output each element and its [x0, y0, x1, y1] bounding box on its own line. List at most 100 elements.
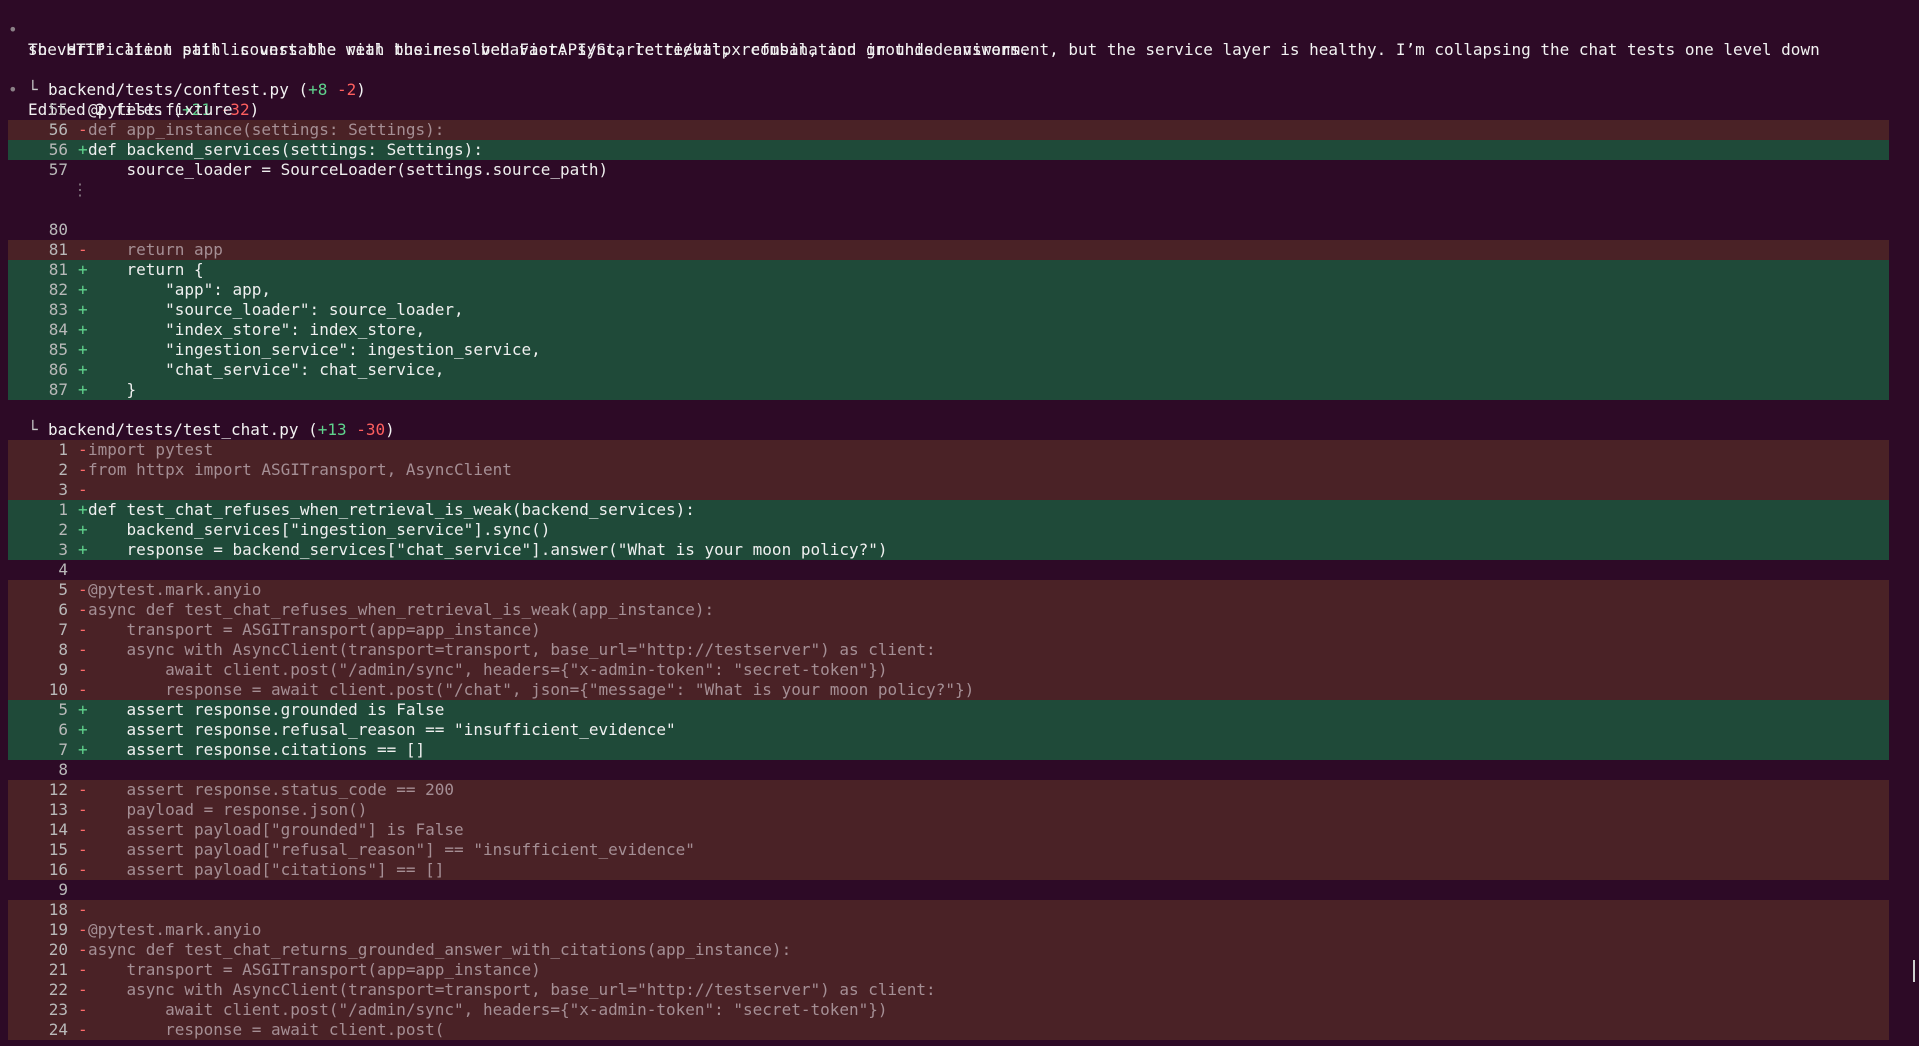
diff-line-added: 82 + "app": app,: [8, 280, 1889, 300]
line-number: 8: [58, 760, 68, 779]
diff-line: 7- transport = ASGITransport(app=app_ins…: [0, 620, 1919, 640]
line-number: 5: [58, 700, 68, 719]
diff-line-removed: 24- response = await client.post(: [8, 1020, 1889, 1040]
diff-line-added: 3 + response = backend_services["chat_ser…: [8, 540, 1889, 560]
code-text: assert response.grounded is False: [88, 700, 445, 719]
diff-sign: +: [78, 740, 88, 759]
diff-line: [0, 200, 1919, 220]
code-text: async with AsyncClient(transport=transpo…: [88, 980, 936, 999]
code-text: from httpx import ASGITransport, AsyncCl…: [88, 460, 512, 479]
diff-sign: +: [78, 260, 88, 279]
line-number: 12: [48, 780, 68, 799]
diff-line: 22- async with AsyncClient(transport=tra…: [0, 980, 1919, 1000]
line-number: 6: [58, 600, 68, 619]
diff-line-removed: 22- async with AsyncClient(transport=tra…: [8, 980, 1889, 1000]
diff-line-removed: 19- @pytest.mark.anyio: [8, 920, 1889, 940]
diff-sign: +: [78, 540, 88, 559]
diff-line: 5 + assert response.grounded is False: [0, 700, 1919, 720]
code-text: "chat_service": chat_service,: [88, 360, 445, 379]
diff-sign: -: [78, 820, 88, 839]
code-text: response = await client.post("/chat", js…: [88, 680, 975, 699]
diff-sign: -: [78, 940, 88, 959]
line-number: 2: [58, 460, 68, 479]
file-added-count: +8: [308, 80, 328, 99]
line-number: 15: [48, 840, 68, 859]
diff-line: 3-: [0, 480, 1919, 500]
diff-line-context: 8: [8, 760, 1889, 780]
diff-line: 81 + return {: [0, 260, 1919, 280]
diff-line-added: 81 + return {: [8, 260, 1889, 280]
diff-sign: -: [78, 640, 88, 659]
diff-sign: -: [78, 240, 88, 259]
code-text: "source_loader": source_loader,: [88, 300, 464, 319]
file-close: ): [356, 80, 366, 99]
diff-sign: -: [78, 900, 88, 919]
line-number: 19: [48, 920, 68, 939]
code-text: async def test_chat_refuses_when_retriev…: [88, 600, 715, 619]
code-text: async with AsyncClient(transport=transpo…: [88, 640, 936, 659]
code-text: assert response.status_code == 200: [88, 780, 455, 799]
diff-sign: -: [78, 660, 88, 679]
diff-sign: +: [78, 380, 88, 399]
file-name: backend/tests/conftest.py (: [48, 80, 309, 99]
diff-line-added: 85 + "ingestion_service": ingestion_servi…: [8, 340, 1889, 360]
line-number: 84: [48, 320, 68, 339]
diff-line-removed: 2- from httpx import ASGITransport, Async…: [8, 460, 1889, 480]
line-number: 1: [58, 440, 68, 459]
code-text: await client.post("/admin/sync", headers…: [88, 1000, 888, 1019]
file-close: ): [385, 420, 395, 439]
diff-line: 12- assert response.status_code == 200: [0, 780, 1919, 800]
line-number: 10: [48, 680, 68, 699]
line-number: 23: [48, 1000, 68, 1019]
line-number: 80: [48, 220, 68, 239]
diff-line: 23- await client.post("/admin/sync", hea…: [0, 1000, 1919, 1020]
diff-line: 24- response = await client.post(: [0, 1020, 1919, 1040]
line-number: 18: [48, 900, 68, 919]
diff-line-added: 6 + assert response.refusal_reason == "in…: [8, 720, 1889, 740]
code-text: "index_store": index_store,: [88, 320, 426, 339]
file-added-count: +13: [317, 420, 347, 439]
diff-line: 4: [0, 560, 1919, 580]
code-text: "ingestion_service": ingestion_service,: [88, 340, 541, 359]
diff-line-context: 9: [8, 880, 1889, 900]
line-number: 20: [48, 940, 68, 959]
code-text: response = await client.post(: [88, 1020, 445, 1039]
diff-line-removed: 23- await client.post("/admin/sync", hea…: [8, 1000, 1889, 1020]
line-number: 81: [48, 260, 68, 279]
diff-sign: -: [78, 460, 88, 479]
diff-sign: -: [78, 600, 88, 619]
diff-sign: -: [78, 800, 88, 819]
line-number: 24: [48, 1020, 68, 1039]
diff-sign: +: [78, 720, 88, 739]
scrollbar-thumb[interactable]: [1913, 960, 1915, 982]
diff-line-removed: 15- assert payload["refusal_reason"] == …: [8, 840, 1889, 860]
code-text: return {: [88, 260, 204, 279]
diff-line-added: 5 + assert response.grounded is False: [8, 700, 1889, 720]
diff-sign: +: [78, 300, 88, 319]
code-text: source_loader = SourceLoader(settings.so…: [88, 160, 609, 179]
line-number: 81: [48, 240, 68, 259]
line-number: 14: [48, 820, 68, 839]
diff-line: 6 + assert response.refusal_reason == "in…: [0, 720, 1919, 740]
diff-line: 13- payload = response.json(): [0, 800, 1919, 820]
diff-line: 9- await client.post("/admin/sync", head…: [0, 660, 1919, 680]
line-number: 22: [48, 980, 68, 999]
diff-line-added: 83 + "source_loader": source_loader,: [8, 300, 1889, 320]
diff-sign: +: [78, 340, 88, 359]
line-number: 56: [48, 140, 68, 159]
code-text: response = backend_services["chat_servic…: [88, 540, 888, 559]
diff-line-removed: 13- payload = response.json(): [8, 800, 1889, 820]
line-number: 85: [48, 340, 68, 359]
diff-line: 87 + }: [0, 380, 1919, 400]
diff-line-context: 80: [8, 220, 1889, 240]
diff-line: 81- return app: [0, 240, 1919, 260]
file-removed-count: -30: [356, 420, 386, 439]
diff-line-removed: 5- @pytest.mark.anyio: [8, 580, 1889, 600]
diff-sign: -: [78, 1000, 88, 1019]
diff-line-removed: 21- transport = ASGITransport(app=app_in…: [8, 960, 1889, 980]
diff-line: 8: [0, 760, 1919, 780]
diff-sign: +: [78, 320, 88, 339]
diff-line-removed: 1- import pytest: [8, 440, 1889, 460]
file-path: backend/tests/conftest.py (+8 -2): [48, 80, 366, 100]
